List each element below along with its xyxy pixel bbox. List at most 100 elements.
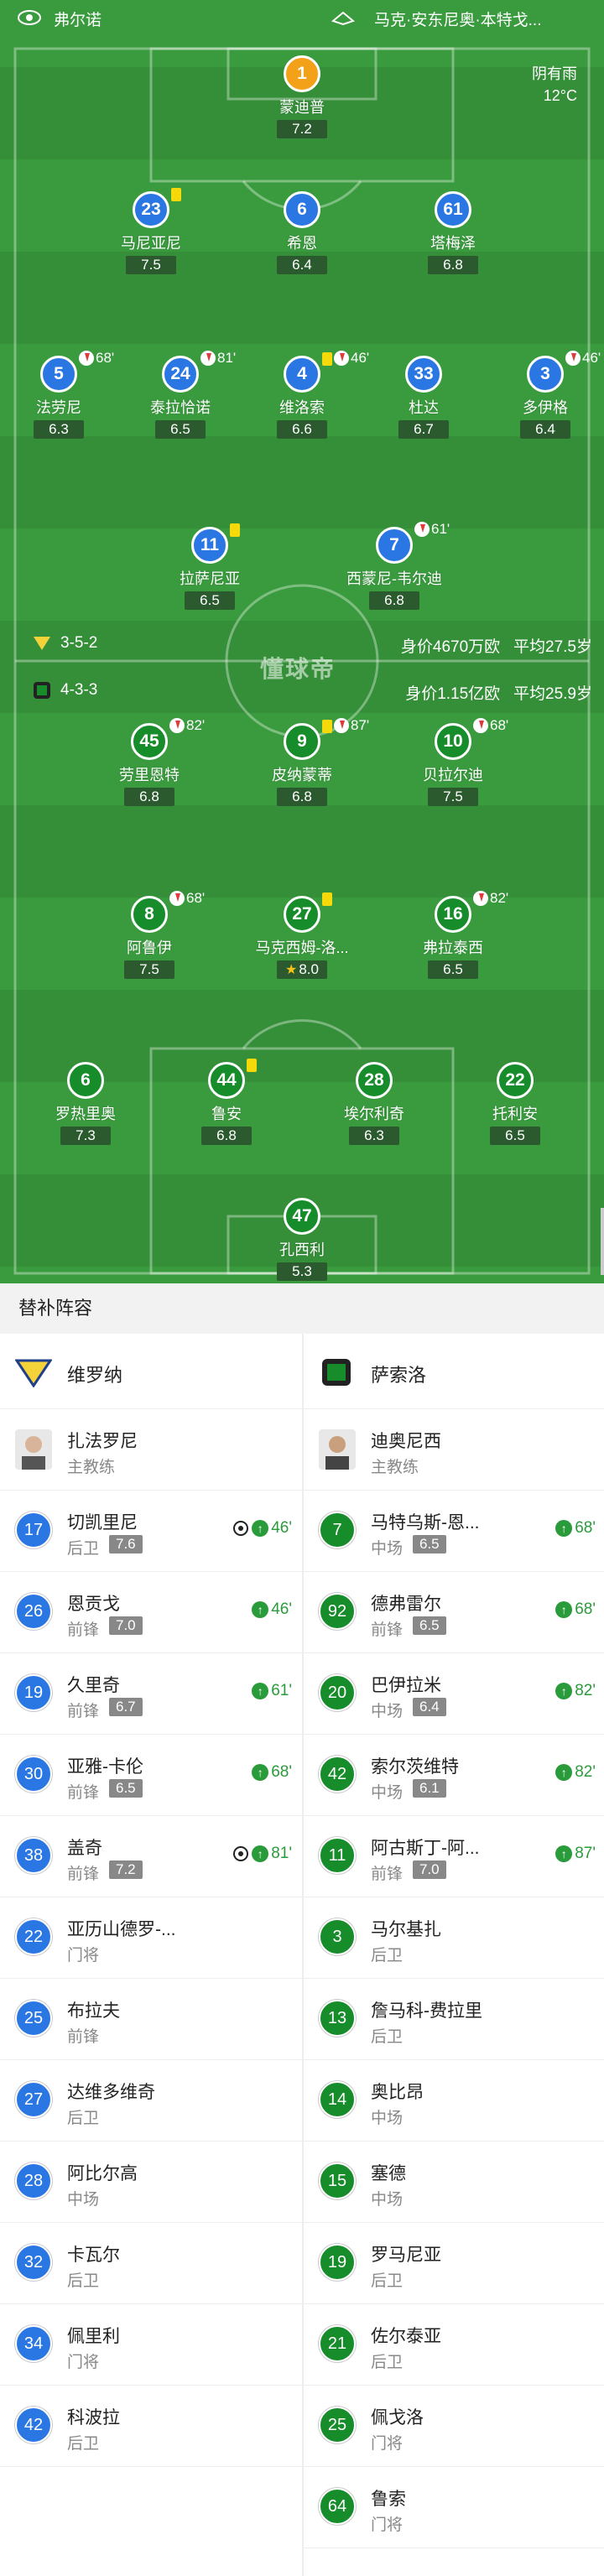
sub-player-row[interactable]: 7 马特乌斯-恩... 中场 6.5 ↑ 68' [304,1491,604,1572]
away-player[interactable]: 47 孔西利 5.3 [226,1198,378,1281]
sub-in-indicator: ↑ 81' [233,1845,292,1863]
weather-text: 阴有雨 [532,65,577,82]
sub-player-row[interactable]: 17 切凯里尼 后卫 7.6 ↑ 46' [0,1491,302,1572]
away-player[interactable]: 9 87' 皮纳蒙蒂 6.8 [226,717,378,806]
player-rating: 6.8 [428,256,478,274]
away-player[interactable]: 8 68' 阿鲁伊 7.5 [74,890,225,979]
sub-position: 前锋 [67,1866,100,1883]
sub-name: 塞德 [371,2164,406,2183]
sub-player-row[interactable]: 13 詹马科-费拉里 后卫 [304,1979,604,2060]
away-player[interactable]: 6 罗热里奥 7.3 [10,1062,161,1145]
away-team-icon [34,682,50,699]
sub-player-row[interactable]: 42 科波拉 后卫 [0,2386,302,2467]
sub-out-minute: 87' [351,717,370,733]
player-number: 4 [284,356,320,393]
player-name: 阿鲁伊 [127,939,172,956]
sub-number: 11 [319,1837,356,1874]
player-rating: 5.3 [277,1262,327,1281]
away-player[interactable]: 28 埃尔利奇 6.3 [299,1062,450,1145]
sub-number: 22 [15,1918,52,1955]
sub-player-row[interactable]: 22 亚历山德罗-... 门将 [0,1897,302,1979]
sub-player-row[interactable]: 11 阿古斯丁-阿... 前锋 7.0 ↑ 87' [304,1816,604,1897]
home-player[interactable]: 11 拉萨尼亚 6.5 [134,523,285,610]
sub-position: 门将 [371,2516,404,2534]
home-subs-list: 17 切凯里尼 后卫 7.6 ↑ 46' 26 恩贡戈 前锋 7.0 ↑ 46' 19 久里奇 前锋 6.7 ↑… [0,1491,302,2467]
pitch-view-icon[interactable] [331,9,356,26]
home-player[interactable]: 23 马尼亚尼 7.5 [76,188,226,274]
sub-name: 恩贡戈 [67,1595,120,1614]
away-player[interactable]: 45 82' 劳里恩特 6.8 [74,717,225,806]
home-team-icon [34,636,50,650]
sub-player-row[interactable]: 20 巴伊拉米 中场 6.4 ↑ 82' [304,1653,604,1735]
rating-value: 6.4 [535,421,555,437]
player-name: 托利安 [492,1106,538,1122]
away-team-name: 萨索洛 [371,1365,427,1386]
player-number: 16 [435,896,471,933]
away-player[interactable]: 44 鲁安 6.8 [151,1059,302,1145]
home-player[interactable]: 3 46' 多伊格 6.4 [470,350,604,439]
home-player[interactable]: 6 希恩 6.4 [226,191,378,274]
sub-in-minute: 82' [575,1682,596,1699]
sub-player-row[interactable]: 19 久里奇 前锋 6.7 ↑ 61' [0,1653,302,1735]
home-team-row[interactable]: 维罗纳 [0,1334,302,1409]
away-player[interactable]: 22 托利安 6.5 [440,1062,591,1145]
away-player[interactable]: 16 82' 弗拉泰西 6.5 [378,890,528,979]
rating-value: 6.4 [292,257,312,273]
away-player[interactable]: 27 马克西姆-洛... ★ 8.0 [226,892,378,979]
away-coach-row[interactable]: 迪奥尼西 主教练 [304,1409,604,1491]
sub-number: 30 [15,1756,52,1793]
sub-name: 切凯里尼 [67,1513,138,1533]
rating-value: 6.8 [292,788,312,804]
sub-in-arrow-icon: ↑ [555,1600,573,1618]
rating-value: 7.5 [443,788,463,804]
player-number: 10 [435,723,471,760]
sub-player-row[interactable]: 21 佐尔泰亚 后卫 [304,2304,604,2386]
sub-player-row[interactable]: 92 德弗雷尔 前锋 6.5 ↑ 68' [304,1572,604,1653]
sub-player-row[interactable]: 19 罗马尼亚 后卫 [304,2223,604,2304]
sub-in-minute: 61' [271,1682,292,1699]
sub-in-indicator: ↑ 68' [252,1763,292,1782]
away-player[interactable]: 10 68' 贝拉尔迪 7.5 [378,717,528,806]
home-subs-column: 维罗纳 扎法罗尼 主教练 17 切凯里尼 后卫 7.6 ↑ 46' 26 恩贡戈 前锋 7.0 ↑ 4… [0,1334,302,2467]
sub-name: 佩戈洛 [371,2408,424,2428]
away-team-row[interactable]: 萨索洛 [304,1334,604,1409]
player-rating: 6.3 [349,1127,399,1145]
sub-player-row[interactable]: 30 亚雅-卡伦 前锋 6.5 ↑ 68' [0,1735,302,1816]
sub-name: 布拉夫 [67,2001,120,2021]
home-player[interactable]: 61 塔梅泽 6.8 [378,191,528,274]
sub-player-row[interactable]: 26 恩贡戈 前锋 7.0 ↑ 46' [0,1572,302,1653]
sub-player-row[interactable]: 28 阿比尔高 中场 [0,2141,302,2223]
sub-player-row[interactable]: 25 布拉夫 前锋 [0,1979,302,2060]
scrollbar[interactable] [601,1208,604,1275]
sub-player-row[interactable]: 34 佩里利 门将 [0,2304,302,2386]
sub-position: 后卫 [67,2435,100,2453]
sub-player-row[interactable]: 3 马尔基扎 后卫 [304,1897,604,1979]
home-coach-row[interactable]: 扎法罗尼 主教练 [0,1409,302,1491]
sub-player-row[interactable]: 32 卡瓦尔 后卫 [0,2223,302,2304]
player-name: 拉萨尼亚 [180,570,240,587]
sub-player-row[interactable]: 38 盖奇 前锋 7.2 ↑ 81' [0,1816,302,1897]
sub-player-row[interactable]: 14 奥比昂 中场 [304,2060,604,2141]
sub-in-minute: 68' [575,1519,596,1537]
player-name: 希恩 [287,235,317,252]
player-number: 11 [191,527,228,564]
home-player[interactable]: 7 61' 西蒙尼-韦尔迪 6.8 [319,521,470,610]
sub-rating: 7.2 [109,1860,143,1879]
sub-player-row[interactable]: 25 佩戈洛 门将 [304,2386,604,2467]
player-rating: 6.8 [369,591,419,610]
rating-value: 6.8 [216,1127,237,1143]
sub-player-row[interactable]: 27 达维多维奇 后卫 [0,2060,302,2141]
sub-player-row[interactable]: 64 鲁索 门将 [304,2467,604,2548]
away-value: 身价1.15亿欧 平均25.9岁 [405,685,592,703]
rating-value: 8.0 [299,961,319,977]
sub-number: 42 [319,1756,356,1793]
coach-avatar [319,1429,356,1470]
sub-player-row[interactable]: 15 塞德 中场 [304,2141,604,2223]
home-player[interactable]: 1 蒙迪普 7.2 [226,55,378,138]
sub-name: 鲁索 [371,2490,406,2509]
sub-player-row[interactable]: 42 索尔茨维特 中场 6.1 ↑ 82' [304,1735,604,1816]
player-rating: ★ 8.0 [277,960,327,979]
player-rating: 6.3 [34,420,84,439]
player-rating: 6.5 [185,591,235,610]
player-number: 9 [284,723,320,760]
